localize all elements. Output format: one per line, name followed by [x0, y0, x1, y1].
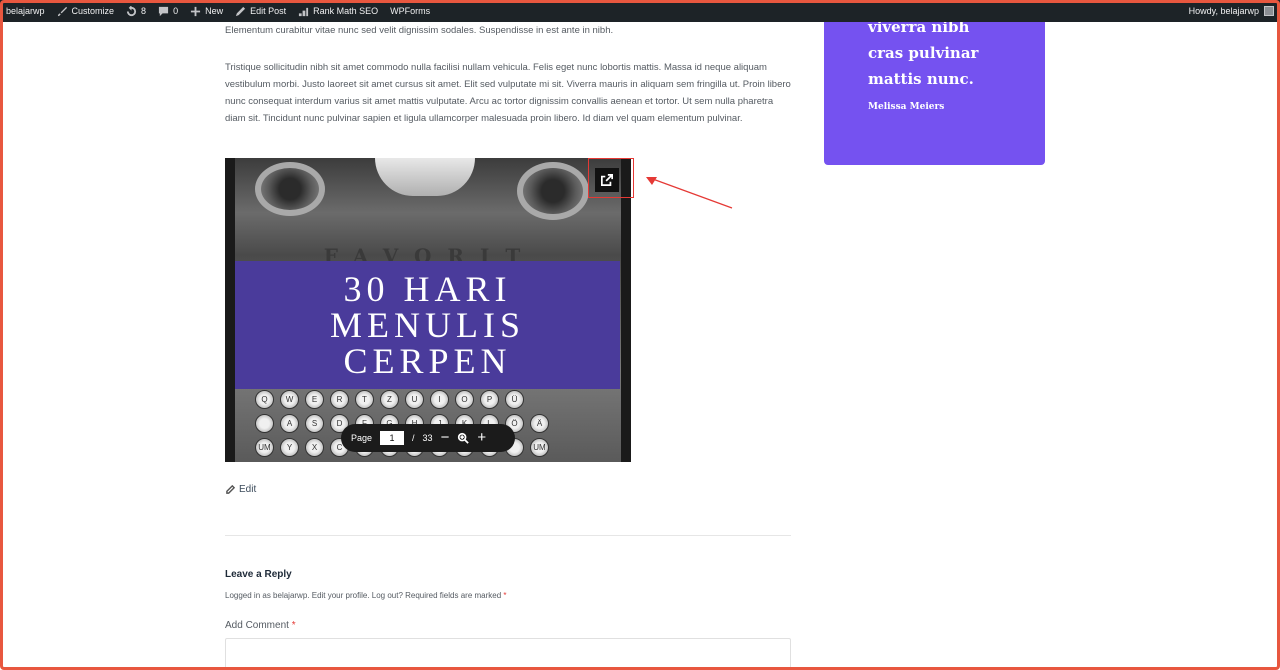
- brush-icon: [57, 6, 67, 16]
- key-row: QWERTZUIOPÜ: [255, 390, 615, 409]
- zoom-icon[interactable]: [457, 432, 470, 444]
- admin-wpforms[interactable]: WPForms: [390, 6, 430, 16]
- zoom-out-button[interactable]: −: [441, 430, 450, 445]
- admin-customize-label: Customize: [71, 6, 115, 16]
- zoom-in-button[interactable]: +: [477, 430, 486, 445]
- admin-account[interactable]: Howdy, belajarwp: [1189, 6, 1274, 16]
- page-label: Page: [351, 433, 373, 443]
- typewriter-key: Q: [255, 390, 274, 409]
- comment-label-text: Add Comment: [225, 620, 289, 631]
- open-in-new-tab-button[interactable]: [595, 168, 619, 192]
- typewriter-dome: [375, 158, 475, 196]
- comment-form-title: Leave a Reply: [225, 569, 292, 580]
- typewriter-key: Z: [380, 390, 399, 409]
- typewriter-key: U: [405, 390, 424, 409]
- pdf-viewer[interactable]: FAVORIT QWERTZUIOPÜASDFGHJKLÖÄUMYXCVBNMU…: [225, 158, 631, 462]
- divider: [225, 535, 791, 536]
- logged-in-note: Logged in as belajarwp. Edit your profil…: [225, 591, 507, 600]
- annotation-arrow: [646, 177, 733, 209]
- admin-new-label: New: [205, 6, 224, 16]
- admin-updates-count: 8: [141, 6, 147, 16]
- typewriter-key: Ü: [505, 390, 524, 409]
- refresh-icon: [126, 5, 137, 16]
- testimonial-author: Melissa Meiers: [868, 102, 945, 112]
- typewriter-key: A: [280, 414, 299, 433]
- comment-textarea[interactable]: [225, 638, 791, 670]
- admin-wpforms-label: WPForms: [390, 6, 431, 16]
- comment-icon: [158, 6, 169, 16]
- typewriter-key: T: [355, 390, 374, 409]
- plus-icon: [190, 6, 201, 16]
- typewriter-key: UM: [530, 438, 549, 457]
- admin-rank-math[interactable]: Rank Math SEO: [298, 6, 378, 17]
- pdf-page-controls: Page 1 / 33 − +: [341, 424, 515, 452]
- typewriter-key: Ä: [530, 414, 549, 433]
- admin-rank-math-label: Rank Math SEO: [313, 6, 379, 16]
- typewriter-key: I: [430, 390, 449, 409]
- typewriter-reel-left: [255, 162, 325, 216]
- admin-edit-post-label: Edit Post: [250, 6, 287, 16]
- typewriter-key: Y: [280, 438, 299, 457]
- typewriter-key: UM: [255, 438, 274, 457]
- avatar: [1264, 6, 1274, 16]
- admin-site-name[interactable]: belajarwp: [6, 6, 45, 16]
- typewriter-key: [255, 414, 274, 433]
- cover-title-line: CERPEN: [343, 341, 512, 381]
- comment-field-label: Add Comment *: [225, 620, 296, 631]
- typewriter-key: W: [280, 390, 299, 409]
- pencil-icon: [226, 485, 235, 494]
- pencil-icon: [236, 6, 246, 16]
- external-link-icon: [601, 174, 613, 186]
- cover-title-line: 30 HARI: [343, 269, 512, 309]
- article-paragraph: Tristique sollicitudin nibh sit amet com…: [225, 62, 791, 124]
- typewriter-reel-right: [517, 162, 589, 220]
- typewriter-key: O: [455, 390, 474, 409]
- admin-bar: belajarwp Customize 8 0 New Edit Post Ra…: [0, 0, 1280, 22]
- admin-updates[interactable]: 8: [126, 5, 147, 17]
- admin-edit-post[interactable]: Edit Post: [235, 6, 286, 17]
- admin-new[interactable]: New: [190, 6, 223, 17]
- page-separator: /: [412, 433, 415, 443]
- typewriter-key: R: [330, 390, 349, 409]
- typewriter-key: X: [305, 438, 324, 457]
- cover-title-line: MENULIS: [330, 305, 525, 345]
- admin-comments-count: 0: [173, 6, 179, 16]
- required-mark: *: [291, 620, 296, 631]
- edit-post-link[interactable]: Edit: [226, 484, 256, 495]
- edit-label: Edit: [239, 484, 257, 495]
- admin-site-name-label: belajarwp: [6, 6, 45, 16]
- page-number-input[interactable]: 1: [380, 431, 405, 445]
- article-paragraph: Elementum curabitur vitae nunc sed velit…: [225, 25, 614, 36]
- howdy-label: Howdy, belajarwp: [1188, 6, 1259, 16]
- page-total: 33: [422, 433, 433, 443]
- required-mark: *: [503, 591, 507, 600]
- cover-title-banner: 30 HARI MENULIS CERPEN: [235, 261, 620, 389]
- logged-in-text: Logged in as belajarwp. Edit your profil…: [225, 591, 502, 600]
- admin-comments[interactable]: 0: [158, 6, 178, 17]
- admin-customize[interactable]: Customize: [57, 6, 115, 17]
- typewriter-key: P: [480, 390, 499, 409]
- typewriter-key: S: [305, 414, 324, 433]
- typewriter-key: E: [305, 390, 324, 409]
- testimonial-card: viverra nibh cras pulvinar mattis nunc. …: [824, 0, 1045, 165]
- rank-math-icon: [299, 7, 309, 16]
- testimonial-quote: viverra nibh cras pulvinar mattis nunc.: [868, 18, 979, 88]
